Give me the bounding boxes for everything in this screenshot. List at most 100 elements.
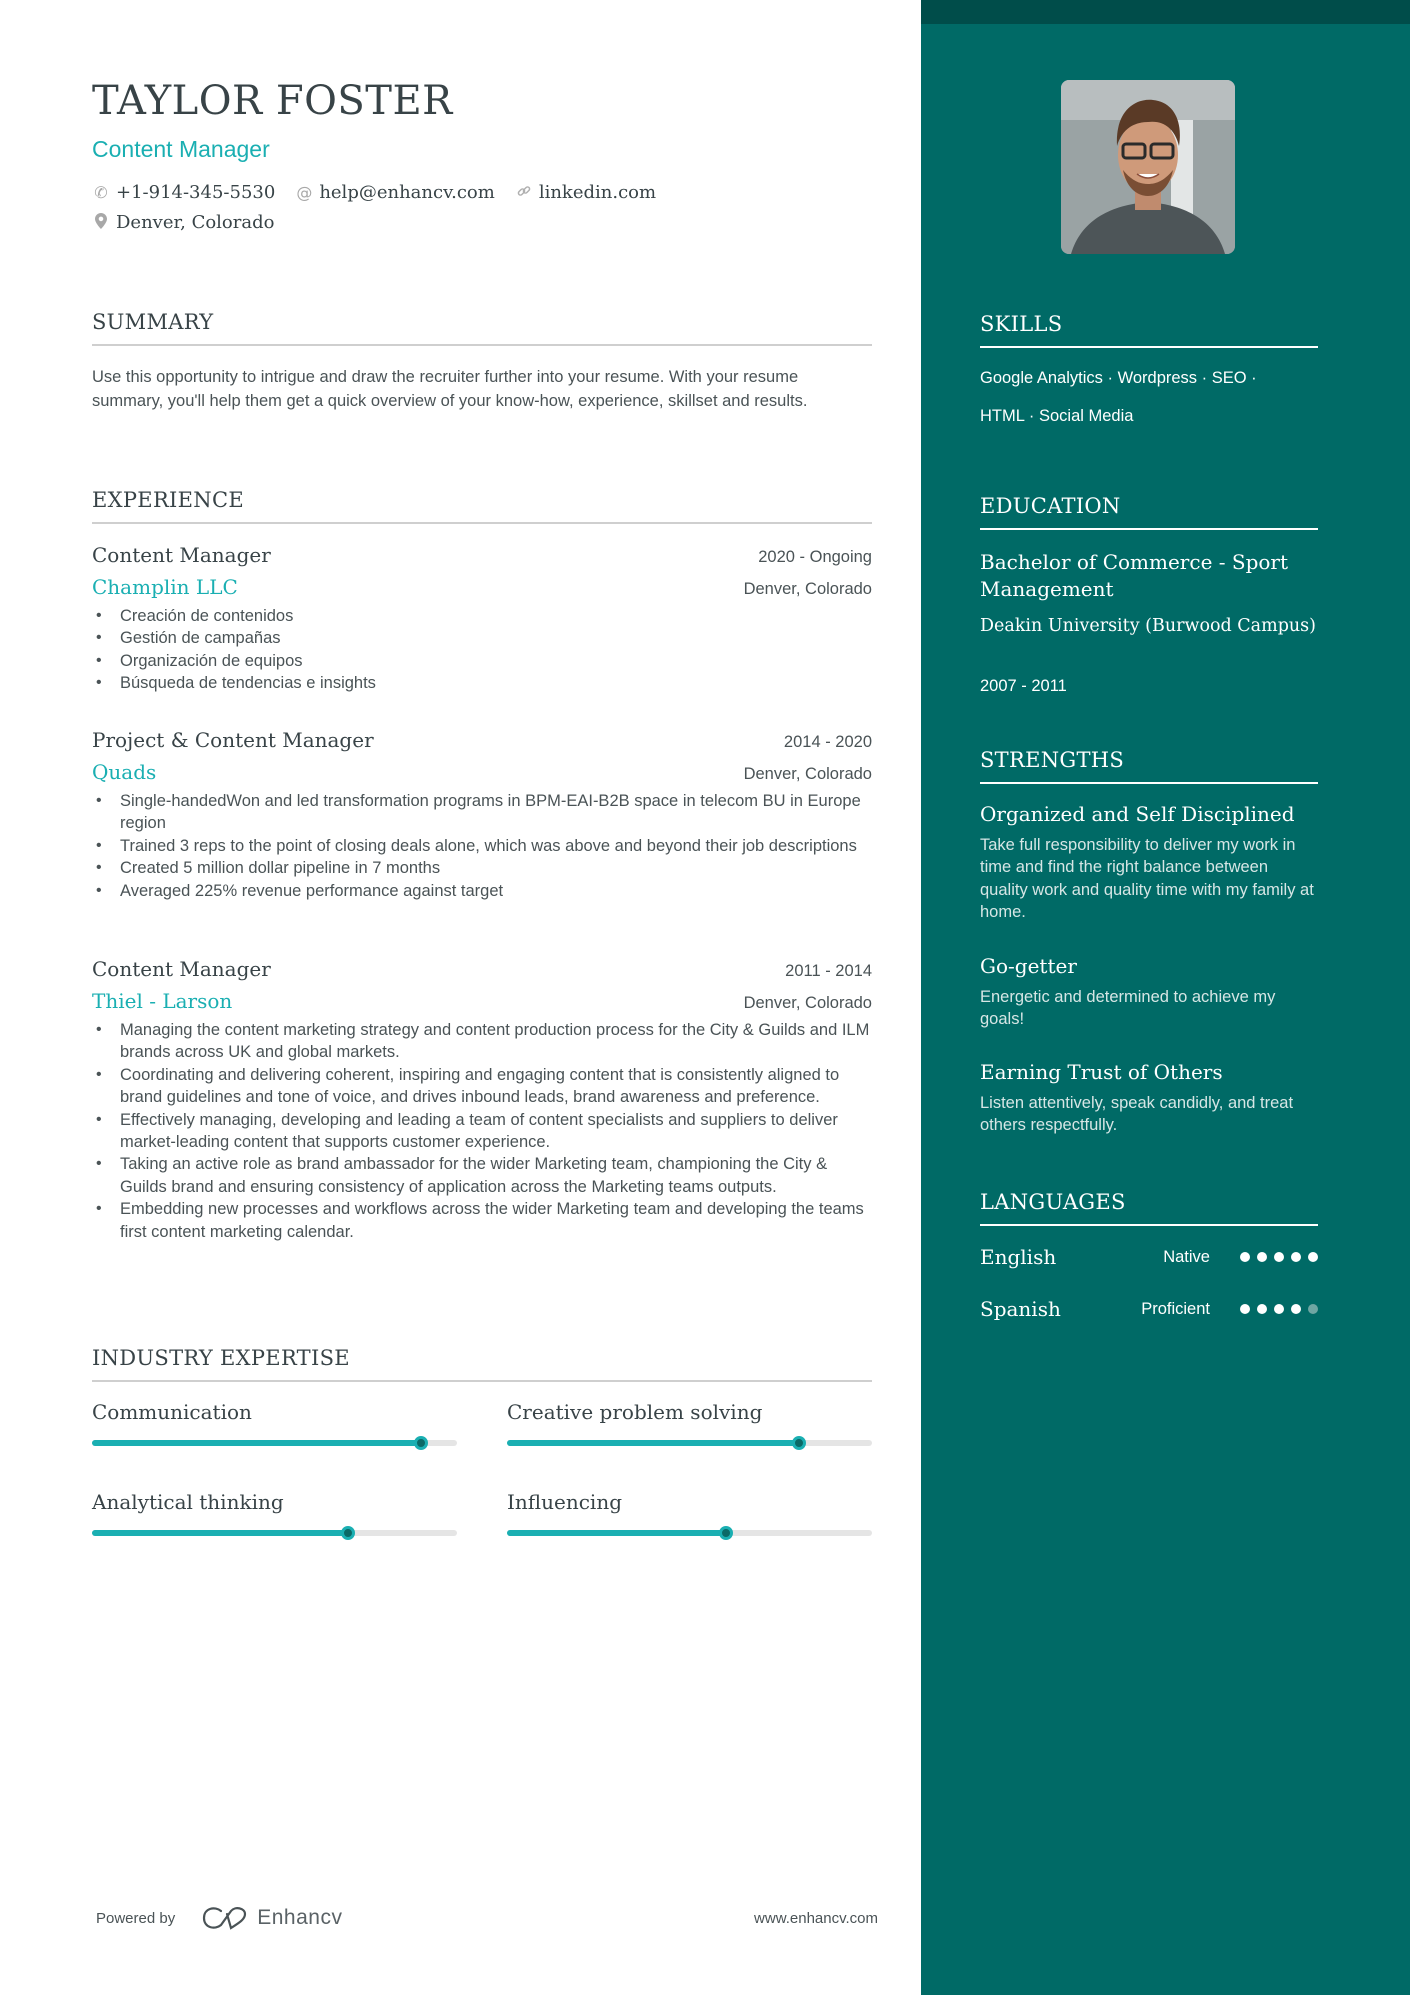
job-bullet: Búsqueda de tendencias e insights [92, 672, 872, 695]
enhancv-logo[interactable]: Enhancv [201, 1906, 342, 1930]
summary-heading: SUMMARY [92, 310, 872, 346]
job-bullet: Managing the content marketing strategy … [92, 1019, 872, 1064]
sidebar: SKILLS Google Analytics · Wordpress · SE… [921, 0, 1410, 1995]
level-dot-filled [1291, 1252, 1301, 1262]
strength-item: Earning Trust of Others Listen attentive… [980, 1060, 1318, 1137]
language-row: Spanish Proficient [980, 1297, 1318, 1321]
job-location: Denver, Colorado [743, 994, 872, 1012]
summary-text: Use this opportunity to intrigue and dra… [92, 368, 808, 410]
experience-heading: EXPERIENCE [92, 488, 872, 524]
job-bullet: Single-handedWon and led transformation … [92, 790, 872, 835]
job-entry: Project & Content Manager 2014 - 2020 Qua… [92, 728, 872, 902]
job-company: Champlin LLC [92, 575, 238, 599]
level-dot-empty [1308, 1304, 1318, 1314]
expertise-bar [507, 1436, 872, 1450]
contact-row-2: Denver, Colorado [92, 212, 274, 233]
language-dots [1240, 1304, 1318, 1314]
expertise-label: Analytical thinking [92, 1490, 284, 1514]
contact-email[interactable]: @ help@enhancv.com [295, 182, 495, 203]
contact-link[interactable]: linkedin.com [515, 182, 656, 203]
job-bullets: Single-handedWon and led transformation … [92, 790, 872, 902]
language-name: English [980, 1245, 1057, 1269]
expertise-bar-knob [719, 1526, 733, 1540]
level-dot-filled [1308, 1252, 1318, 1262]
location-text: Denver, Colorado [116, 212, 275, 233]
languages-heading: LANGUAGES [980, 1190, 1318, 1226]
language-level: Native [1163, 1247, 1210, 1266]
at-icon: @ [296, 183, 313, 202]
job-bullet: Trained 3 reps to the point of closing d… [92, 835, 872, 858]
contact-phone: ✆ +1-914-345-5530 [92, 182, 275, 203]
job-bullets: Creación de contenidos Gestión de campañ… [92, 605, 872, 695]
strength-title: Go-getter [980, 954, 1077, 978]
link-icon [515, 183, 533, 202]
job-bullet: Creación de contenidos [92, 605, 872, 628]
job-bullet: Effectively managing, developing and lea… [92, 1109, 872, 1154]
expertise-item: Creative problem solving [507, 1400, 872, 1450]
skills-list: Google Analytics · Wordpress · SEO · HTM… [980, 359, 1318, 435]
job-title: Content Manager [92, 957, 271, 981]
expertise-bar-fill [92, 1440, 421, 1446]
language-level: Proficient [1141, 1299, 1210, 1318]
enhancv-logo-icon [203, 1907, 247, 1930]
expertise-bar-fill [507, 1530, 726, 1536]
skills-line: HTML · Social Media [980, 407, 1134, 425]
expertise-bar-fill [92, 1530, 348, 1536]
contact-row: ✆ +1-914-345-5530 @ help@enhancv.com lin… [92, 182, 656, 203]
strength-title: Organized and Self Disciplined [980, 802, 1295, 826]
phone-icon: ✆ [94, 183, 108, 202]
profile-photo [1061, 80, 1235, 254]
expertise-bar [92, 1526, 457, 1540]
job-dates: 2020 - Ongoing [758, 548, 872, 566]
job-dates: 2014 - 2020 [783, 733, 872, 751]
skills-heading: SKILLS [980, 312, 1318, 348]
candidate-name: TAYLOR FOSTER [92, 78, 453, 124]
expertise-item: Communication [92, 1400, 457, 1450]
contact-location: Denver, Colorado [92, 212, 274, 233]
expertise-bar-knob [792, 1436, 806, 1450]
job-company: Quads [92, 760, 157, 784]
linkedin-link[interactable]: linkedin.com [539, 182, 656, 203]
expertise-bar-knob [413, 1436, 428, 1450]
job-bullet: Taking an active role as brand ambassado… [92, 1153, 872, 1198]
job-title: Content Manager [92, 543, 271, 567]
job-bullet: Gestión de campañas [92, 627, 872, 650]
map-pin-icon [92, 212, 110, 233]
job-bullet: Embedding new processes and workflows ac… [92, 1198, 872, 1243]
strength-item: Organized and Self Disciplined Take full… [980, 802, 1318, 924]
expertise-bar [507, 1526, 872, 1540]
job-bullets: Managing the content marketing strategy … [92, 1019, 872, 1243]
level-dot-filled [1274, 1252, 1284, 1262]
job-bullet: Created 5 million dollar pipeline in 7 m… [92, 857, 872, 880]
language-dots [1240, 1252, 1318, 1262]
brand-name: Enhancv [257, 1906, 343, 1929]
language-row: English Native [980, 1245, 1318, 1269]
email-link[interactable]: help@enhancv.com [319, 182, 495, 203]
job-entry: Content Manager 2011 - 2014 Thiel - Larso… [92, 957, 872, 1243]
strength-desc: Listen attentively, speak candidly, and … [980, 1094, 1294, 1135]
job-location: Denver, Colorado [743, 765, 872, 783]
education-school: Deakin University (Burwood Campus) [980, 616, 1316, 636]
education-degree: Bachelor of Commerce - Sport Management [980, 550, 1289, 601]
strengths-heading: STRENGTHS [980, 748, 1318, 784]
skills-line: Google Analytics · Wordpress · SEO · [980, 369, 1257, 387]
job-title: Project & Content Manager [92, 728, 374, 752]
expertise-label: Communication [92, 1400, 252, 1424]
job-bullet: Organización de equipos [92, 650, 872, 673]
education-dates: 2007 - 2011 [980, 677, 1067, 695]
powered-by-text: Powered by [96, 1909, 176, 1927]
strength-title: Earning Trust of Others [980, 1060, 1223, 1084]
strength-item: Go-getter Energetic and determined to ac… [980, 954, 1318, 1031]
phone-text: +1-914-345-5530 [116, 182, 276, 203]
level-dot-filled [1274, 1304, 1284, 1314]
job-bullet: Averaged 225% revenue performance agains… [92, 880, 872, 903]
expertise-label: Creative problem solving [507, 1400, 763, 1424]
language-name: Spanish [980, 1297, 1061, 1321]
job-location: Denver, Colorado [743, 580, 872, 598]
footer: Powered by Enhancv www.enhancv.com [96, 1906, 878, 1930]
website-link[interactable]: www.enhancv.com [754, 1910, 878, 1927]
expertise-heading: INDUSTRY EXPERTISE [92, 1346, 872, 1382]
strength-desc: Take full responsibility to deliver my w… [980, 836, 1314, 922]
job-company: Thiel - Larson [92, 989, 233, 1013]
job-dates: 2011 - 2014 [785, 962, 872, 980]
